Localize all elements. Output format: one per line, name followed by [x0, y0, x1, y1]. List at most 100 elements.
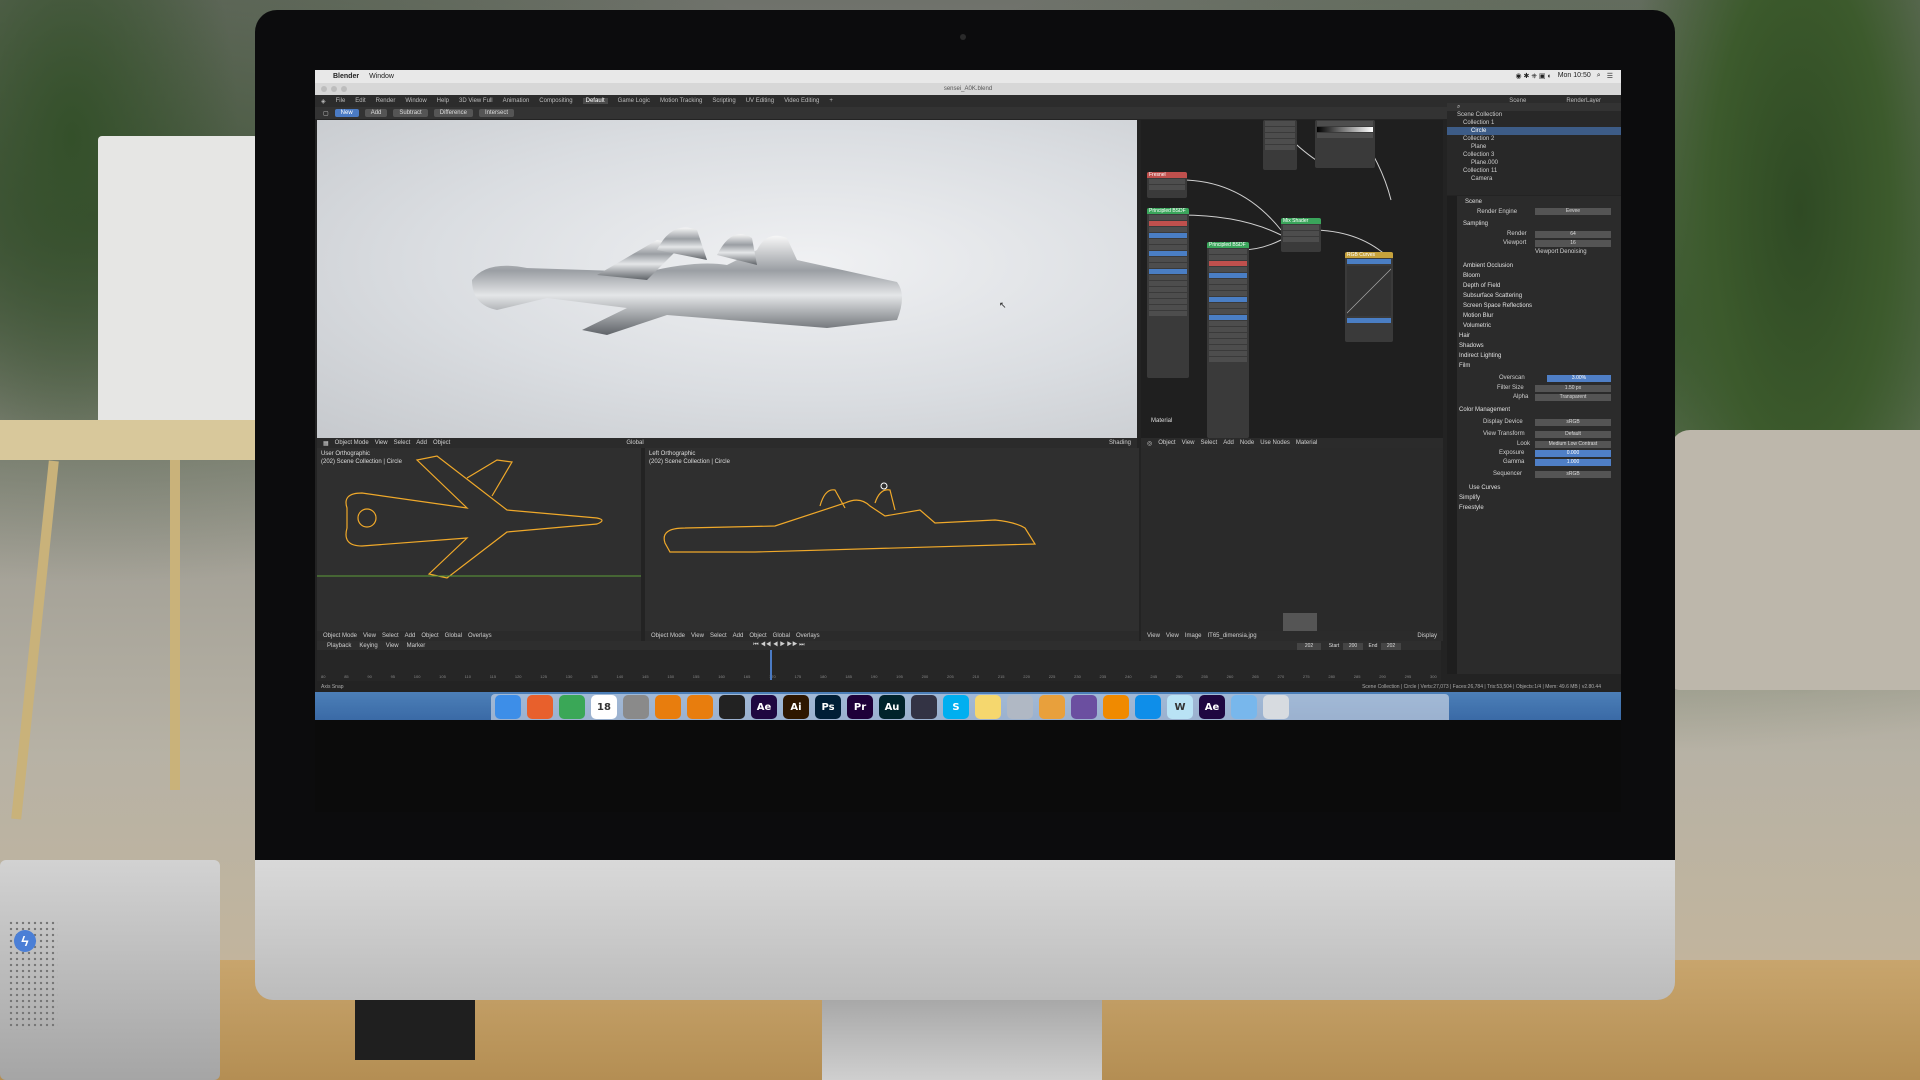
outliner-item[interactable]: Plane: [1447, 143, 1621, 151]
outliner-scene-collection[interactable]: Scene Collection: [1447, 111, 1621, 119]
tab-default[interactable]: Default: [582, 98, 608, 104]
menu-render[interactable]: Render: [376, 98, 396, 104]
properties-panel[interactable]: Scene Render Engine Eevee Sampling Rende…: [1447, 196, 1621, 674]
app-menu[interactable]: Blender: [333, 73, 359, 80]
overscan-field[interactable]: 3.00%: [1547, 375, 1611, 382]
exposure-field[interactable]: 0.000: [1535, 450, 1611, 457]
image-name-field[interactable]: IT65_dimensia.jpg: [1208, 633, 1257, 639]
viewport-denoising-checkbox[interactable]: Viewport Denoising: [1535, 248, 1587, 256]
blender-icon-2[interactable]: [687, 695, 713, 719]
view-menu[interactable]: View: [363, 633, 376, 639]
playhead[interactable]: [770, 650, 772, 680]
finder-icon[interactable]: [495, 695, 521, 719]
tab-motion-tracking[interactable]: Motion Tracking: [660, 98, 702, 104]
minimize-icon[interactable]: [331, 86, 337, 92]
use-nodes-checkbox[interactable]: Use Nodes: [1260, 440, 1290, 446]
editor-type-icon[interactable]: ▦: [323, 440, 329, 447]
add-menu[interactable]: Add: [405, 633, 416, 639]
blender-icon[interactable]: [655, 695, 681, 719]
orientation-dropdown[interactable]: Global: [445, 633, 462, 639]
imovie-icon[interactable]: [1071, 695, 1097, 719]
mode-add-button[interactable]: Add: [364, 109, 388, 117]
pdf-icon[interactable]: [1039, 695, 1065, 719]
view-menu[interactable]: View: [1147, 633, 1160, 639]
properties-tabs[interactable]: [1447, 196, 1457, 674]
mode-new-button[interactable]: New: [334, 109, 359, 117]
object-mode-dropdown[interactable]: Object Mode: [651, 633, 685, 639]
hair-section[interactable]: Hair: [1459, 332, 1470, 340]
tab-uv-editing[interactable]: UV Editing: [746, 98, 774, 104]
object-menu[interactable]: Object: [749, 633, 766, 639]
sequencer-dropdown[interactable]: sRGB: [1535, 471, 1611, 478]
orientation-dropdown[interactable]: Global: [773, 633, 790, 639]
illustrator-icon[interactable]: Ai: [783, 695, 809, 719]
view-menu[interactable]: View: [691, 633, 704, 639]
tab-animation[interactable]: Animation: [503, 98, 530, 104]
material-dropdown[interactable]: Material: [1296, 440, 1317, 446]
mode-intersect-button[interactable]: Intersect: [478, 109, 514, 117]
mode-subtract-button[interactable]: Subtract: [393, 109, 428, 117]
shading-dropdown[interactable]: Shading: [1109, 440, 1137, 446]
menu-window[interactable]: Window: [369, 73, 394, 80]
after-effects-icon[interactable]: Ae: [751, 695, 777, 719]
current-frame-field[interactable]: 202: [1297, 643, 1321, 650]
view-menu[interactable]: View: [386, 643, 399, 649]
render-samples-field[interactable]: 64: [1535, 231, 1611, 238]
screen-space-reflections-section[interactable]: Screen Space Reflections: [1463, 302, 1532, 310]
node-rgb-curves[interactable]: RGB Curves: [1345, 252, 1393, 342]
marker-menu[interactable]: Marker: [407, 643, 426, 649]
blender-logo-icon[interactable]: ◈: [321, 98, 326, 105]
left-ortho-viewport[interactable]: Left Orthographic (202) Scene Collection…: [645, 448, 1139, 631]
overlays-dropdown[interactable]: Overlays: [796, 633, 820, 639]
editor-type-icon[interactable]: ◎: [1147, 440, 1152, 447]
outliner-item[interactable]: Collection 2: [1447, 135, 1621, 143]
tab-game-logic[interactable]: Game Logic: [618, 98, 650, 104]
add-menu[interactable]: Add: [1223, 440, 1234, 446]
tab-compositing[interactable]: Compositing: [539, 98, 572, 104]
filter-size-field[interactable]: 1.50 px: [1535, 385, 1611, 392]
menu-window[interactable]: Window: [405, 98, 426, 104]
premiere-icon[interactable]: Pr: [847, 695, 873, 719]
preview-icon[interactable]: [1007, 695, 1033, 719]
skype-icon[interactable]: S: [943, 695, 969, 719]
view-menu[interactable]: View: [375, 440, 388, 446]
node-editor[interactable]: Fresnel Principled BSDF Principled BSDF …: [1141, 120, 1443, 438]
top-ortho-viewport[interactable]: User Orthographic (202) Scene Collection…: [317, 448, 641, 631]
calendar-icon[interactable]: 18: [591, 695, 617, 719]
view-menu[interactable]: View: [1182, 440, 1195, 446]
select-menu[interactable]: Select: [710, 633, 727, 639]
outliner-item[interactable]: Camera: [1447, 175, 1621, 183]
outliner-item[interactable]: Collection 11: [1447, 167, 1621, 175]
subsurface-scattering-section[interactable]: Subsurface Scattering: [1463, 292, 1522, 300]
menu-file[interactable]: File: [336, 98, 346, 104]
firefox-icon[interactable]: [527, 695, 553, 719]
simplify-section[interactable]: Simplify: [1459, 494, 1480, 502]
outliner-item[interactable]: Collection 3: [1447, 151, 1621, 159]
main-viewport[interactable]: ↖: [317, 120, 1137, 438]
indirect-lighting-section[interactable]: Indirect Lighting: [1459, 352, 1501, 360]
notes-icon[interactable]: [975, 695, 1001, 719]
use-curves-checkbox[interactable]: Use Curves: [1469, 484, 1500, 492]
node-menu[interactable]: Node: [1240, 440, 1254, 446]
film-section[interactable]: Film: [1459, 362, 1470, 370]
orientation-dropdown[interactable]: Global: [626, 440, 643, 446]
add-menu[interactable]: Add: [416, 440, 427, 446]
mode-difference-button[interactable]: Difference: [433, 109, 473, 117]
zoom-icon[interactable]: [341, 86, 347, 92]
close-icon[interactable]: [321, 86, 327, 92]
select-tool-icon[interactable]: ▢: [323, 110, 329, 117]
menu-edit[interactable]: Edit: [355, 98, 365, 104]
vlc-icon[interactable]: [1103, 695, 1129, 719]
add-workspace-icon[interactable]: +: [829, 98, 833, 104]
select-menu[interactable]: Select: [382, 633, 399, 639]
menu-help[interactable]: Help: [437, 98, 449, 104]
depth-of-field-section[interactable]: Depth of Field: [1463, 282, 1500, 290]
clock[interactable]: Mon 10:50: [1558, 72, 1591, 81]
audition-icon[interactable]: Au: [879, 695, 905, 719]
overlays-dropdown[interactable]: Overlays: [468, 633, 492, 639]
playback-controls[interactable]: ⏮ ◀◀ ◀ ▶ ▶▶ ⏭: [753, 642, 804, 649]
bloom-section[interactable]: Bloom: [1463, 272, 1480, 280]
after-effects-icon-2[interactable]: Ae: [1199, 695, 1225, 719]
node-principled-bsdf-1[interactable]: Principled BSDF: [1147, 208, 1189, 378]
spotlight-icon[interactable]: ⌕: [1597, 72, 1601, 81]
